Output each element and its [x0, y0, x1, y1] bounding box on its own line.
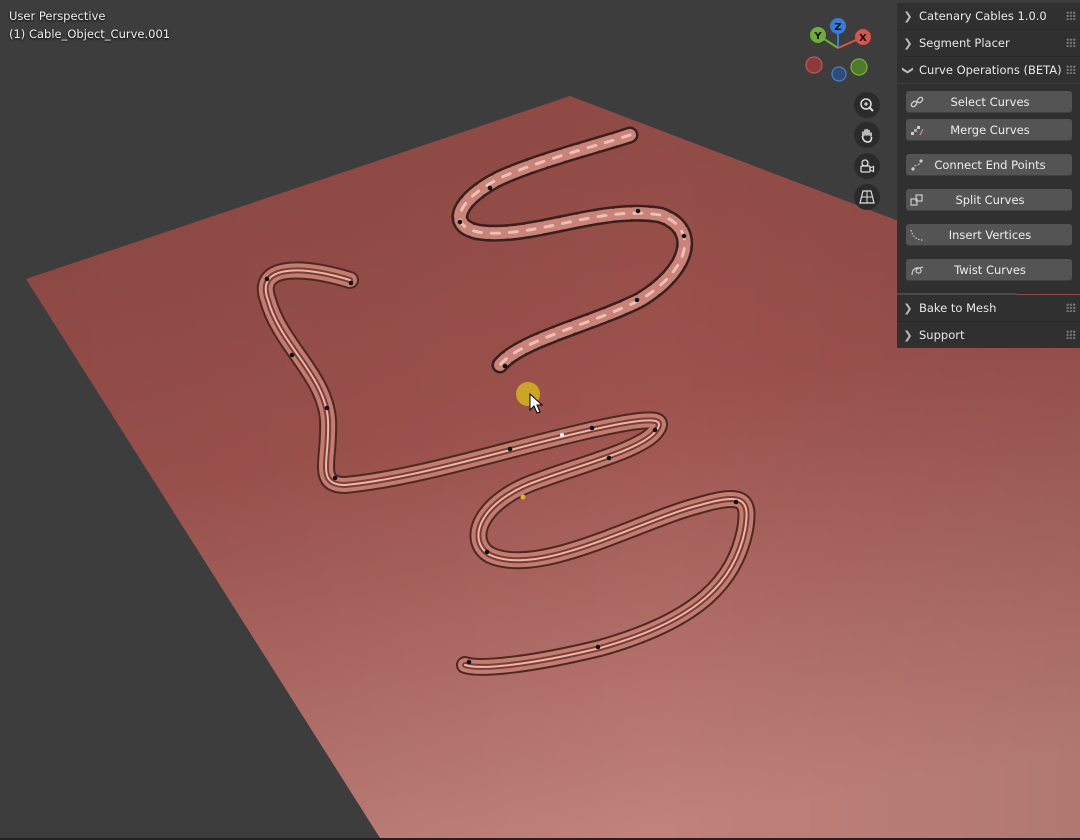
panel-title: Support: [919, 328, 965, 342]
camera-icon: [860, 159, 875, 173]
navigation-gizmo[interactable]: Z Y X: [800, 14, 880, 86]
merge-icon: [906, 119, 928, 141]
insert-vertices-button[interactable]: Insert Vertices: [906, 224, 1072, 246]
chevron-down-icon: ❯: [901, 65, 915, 75]
sidebar-panel: ❯ Catenary Cables 1.0.0 ❯ Segment Placer…: [897, 0, 1080, 350]
panel-title: Segment Placer: [919, 36, 1010, 50]
ortho-toggle-button[interactable]: [854, 184, 880, 210]
drag-handle-icon[interactable]: [1066, 303, 1076, 312]
chevron-right-icon: ❯: [903, 301, 913, 315]
zoom-button[interactable]: [854, 92, 880, 118]
drag-handle-icon[interactable]: [1066, 11, 1076, 20]
connect-icon: [906, 154, 928, 176]
twist-icon: [906, 259, 928, 281]
chevron-right-icon: ❯: [903, 328, 913, 342]
link-icon: [906, 91, 928, 113]
twist-curves-button[interactable]: Twist Curves: [906, 259, 1072, 281]
panel-title: Catenary Cables 1.0.0: [919, 9, 1047, 23]
panel-title: Bake to Mesh: [919, 301, 997, 315]
select-curves-button[interactable]: Select Curves: [906, 91, 1072, 113]
panel-curve-operations[interactable]: ❯ Curve Operations (BETA): [897, 57, 1080, 83]
drag-handle-icon[interactable]: [1066, 38, 1076, 47]
panel-bake-to-mesh[interactable]: ❯ Bake to Mesh: [897, 295, 1080, 321]
svg-text:Y: Y: [813, 31, 822, 42]
view-mode-label: User Perspective: [9, 9, 106, 23]
panel-support[interactable]: ❯ Support: [897, 322, 1080, 348]
chevron-right-icon: ❯: [903, 36, 913, 50]
panel-catenary-cables[interactable]: ❯ Catenary Cables 1.0.0: [897, 3, 1080, 29]
chevron-right-icon: ❯: [903, 9, 913, 23]
active-object-label: (1) Cable_Object_Curve.001: [9, 27, 171, 41]
curve-operations-body: Select Curves Merge Curves Connect End P…: [897, 84, 1080, 295]
panel-segment-placer[interactable]: ❯ Segment Placer: [897, 30, 1080, 56]
merge-curves-button[interactable]: Merge Curves: [906, 119, 1072, 141]
drag-handle-icon[interactable]: [1066, 330, 1076, 339]
camera-view-button[interactable]: [854, 153, 880, 179]
grid-icon: [859, 190, 875, 204]
svg-text:Z: Z: [834, 22, 841, 33]
pan-button[interactable]: [854, 122, 880, 148]
drag-handle-icon[interactable]: [1066, 65, 1076, 74]
panel-title: Curve Operations (BETA): [919, 63, 1062, 77]
insert-vertices-icon: [906, 224, 928, 246]
zoom-icon: [860, 98, 874, 112]
svg-text:X: X: [859, 33, 867, 44]
connect-end-points-button[interactable]: Connect End Points: [906, 154, 1072, 176]
split-curves-button[interactable]: Split Curves: [906, 189, 1072, 211]
hand-pan-icon: [861, 128, 873, 143]
split-icon: [906, 189, 928, 211]
